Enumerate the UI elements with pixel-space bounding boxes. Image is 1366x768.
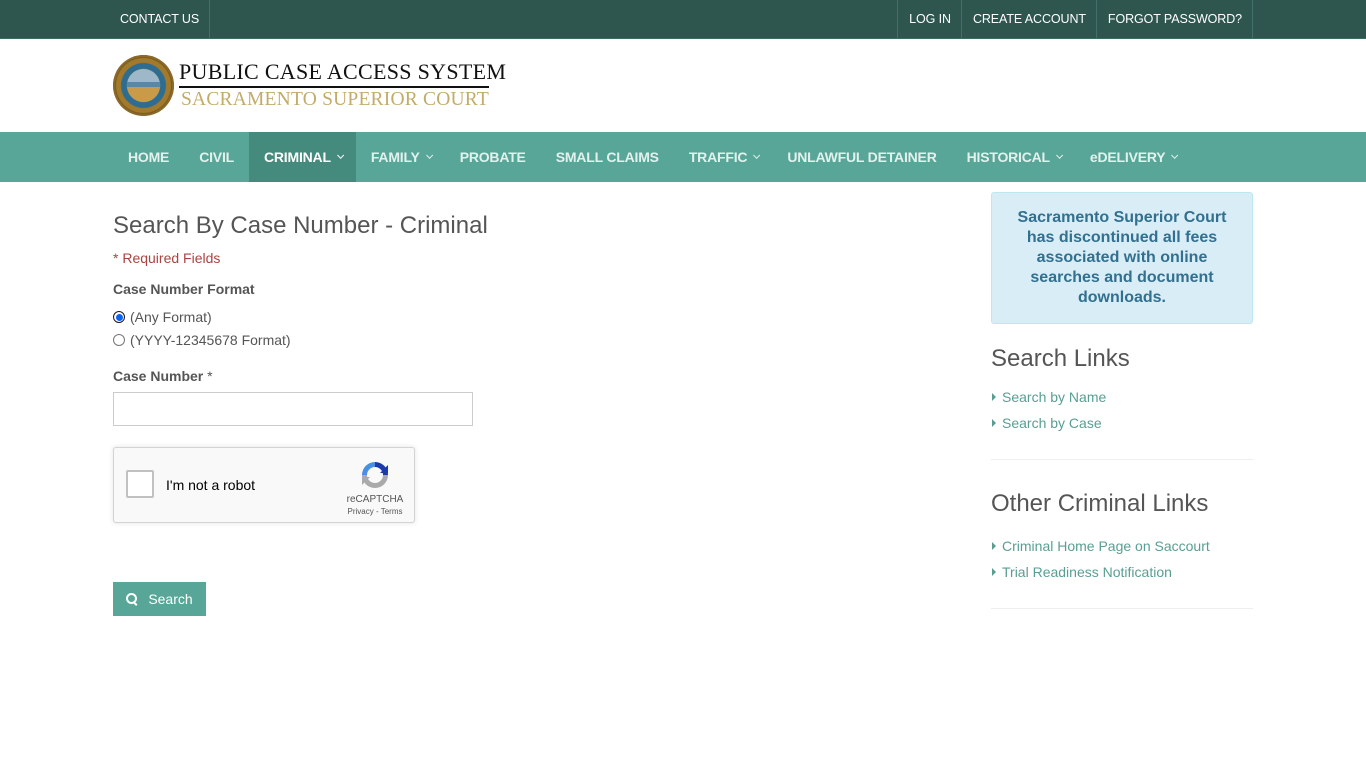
top-bar: CONTACT US LOG IN CREATE ACCOUNT FORGOT … xyxy=(0,0,1366,39)
nav-label: FAMILY xyxy=(370,149,420,165)
search-by-name-link[interactable]: Search by Name xyxy=(991,384,1253,410)
nav-probate[interactable]: PROBATE xyxy=(445,132,541,182)
trial-readiness-link[interactable]: Trial Readiness Notification xyxy=(991,559,1253,585)
chevron-down-icon xyxy=(1056,151,1064,159)
caret-right-icon xyxy=(992,419,996,427)
nav-traffic[interactable]: TRAFFIC xyxy=(674,132,772,182)
recaptcha-privacy-terms-link[interactable]: Privacy - Terms xyxy=(342,507,408,516)
title-divider xyxy=(179,86,489,88)
nav-label: HISTORICAL xyxy=(966,149,1051,165)
search-links-list: Search by Name Search by Case xyxy=(991,384,1253,436)
nav-historical[interactable]: HISTORICAL xyxy=(952,132,1075,182)
case-number-label-text: Case Number xyxy=(113,368,204,384)
site-subtitle: SACRAMENTO SUPERIOR COURT xyxy=(181,89,489,110)
recaptcha-widget: I'm not a robot reCAPTCHA Privacy - Term… xyxy=(113,447,415,523)
recaptcha-checkbox[interactable] xyxy=(126,470,154,498)
criminal-home-page-link[interactable]: Criminal Home Page on Saccourt xyxy=(991,533,1253,559)
nav-label: SMALL CLAIMS xyxy=(555,149,659,165)
link-label: Trial Readiness Notification xyxy=(1002,564,1172,580)
required-asterisk: * xyxy=(207,368,213,384)
create-account-link[interactable]: CREATE ACCOUNT xyxy=(960,0,1096,38)
case-number-input[interactable] xyxy=(113,392,473,426)
radio-label: (Any Format) xyxy=(130,309,212,325)
link-label: Search by Case xyxy=(1002,415,1102,431)
search-button-label: Search xyxy=(148,591,193,607)
format-option-any[interactable]: (Any Format) xyxy=(113,309,212,325)
nav-label: eDELIVERY xyxy=(1089,149,1166,165)
log-in-link[interactable]: LOG IN xyxy=(897,0,961,38)
nav-label: PROBATE xyxy=(459,149,526,165)
case-number-format-label: Case Number Format xyxy=(113,281,255,297)
page-title: Search By Case Number - Criminal xyxy=(113,212,488,239)
other-links-list: Criminal Home Page on Saccourt Trial Rea… xyxy=(991,533,1253,585)
recaptcha-brand: reCAPTCHA xyxy=(346,494,404,505)
main-content: Search By Case Number - Criminal * Requi… xyxy=(113,182,1253,768)
nav-label: UNLAWFUL DETAINER xyxy=(787,149,937,165)
site-header: PUBLIC CASE ACCESS SYSTEM SACRAMENTO SUP… xyxy=(0,39,1366,132)
nav-label: HOME xyxy=(128,149,170,165)
nav-label: CRIMINAL xyxy=(263,149,331,165)
format-option-yyyy[interactable]: (YYYY-12345678 Format) xyxy=(113,332,291,348)
search-by-case-link[interactable]: Search by Case xyxy=(991,410,1253,436)
main-nav: HOME CIVIL CRIMINAL FAMILY PROBATE SMALL… xyxy=(0,132,1366,182)
nav-edelivery[interactable]: eDELIVERY xyxy=(1075,132,1190,182)
divider xyxy=(991,459,1253,460)
nav-label: CIVIL xyxy=(199,149,234,165)
chevron-down-icon xyxy=(753,151,761,159)
site-logo[interactable]: PUBLIC CASE ACCESS SYSTEM SACRAMENTO SUP… xyxy=(113,39,1253,132)
nav-label: TRAFFIC xyxy=(688,149,748,165)
chevron-down-icon xyxy=(1171,151,1179,159)
chevron-down-icon xyxy=(425,151,433,159)
caret-right-icon xyxy=(992,393,996,401)
link-label: Criminal Home Page on Saccourt xyxy=(1002,538,1210,554)
nav-criminal[interactable]: CRIMINAL xyxy=(248,132,356,182)
nav-home[interactable]: HOME xyxy=(113,132,184,182)
forgot-password-link[interactable]: FORGOT PASSWORD? xyxy=(1095,0,1253,38)
chevron-down-icon xyxy=(336,151,344,159)
contact-us-link[interactable]: CONTACT US xyxy=(113,0,211,38)
divider xyxy=(991,608,1253,609)
other-criminal-links-heading: Other Criminal Links xyxy=(991,490,1209,517)
nav-civil[interactable]: CIVIL xyxy=(184,132,249,182)
radio-label: (YYYY-12345678 Format) xyxy=(130,332,291,348)
nav-small-claims[interactable]: SMALL CLAIMS xyxy=(541,132,674,182)
radio-yyyy-format[interactable] xyxy=(113,334,125,346)
nav-unlawful-detainer[interactable]: UNLAWFUL DETAINER xyxy=(772,132,951,182)
caret-right-icon xyxy=(992,568,996,576)
search-icon xyxy=(126,593,138,605)
search-links-heading: Search Links xyxy=(991,345,1130,372)
fee-notice: Sacramento Superior Court has discontinu… xyxy=(991,192,1253,324)
required-fields-note: * Required Fields xyxy=(113,250,221,266)
recaptcha-logo-icon xyxy=(362,462,388,488)
nav-family[interactable]: FAMILY xyxy=(356,132,445,182)
caret-right-icon xyxy=(992,542,996,550)
link-label: Search by Name xyxy=(1002,389,1107,405)
site-title: PUBLIC CASE ACCESS SYSTEM xyxy=(179,59,507,84)
recaptcha-label: I'm not a robot xyxy=(166,477,256,493)
court-seal-icon xyxy=(113,55,174,116)
radio-any-format[interactable] xyxy=(113,311,125,323)
case-number-label: Case Number * xyxy=(113,368,213,384)
search-button[interactable]: Search xyxy=(113,582,206,616)
sidebar: Sacramento Superior Court has discontinu… xyxy=(991,192,1253,609)
